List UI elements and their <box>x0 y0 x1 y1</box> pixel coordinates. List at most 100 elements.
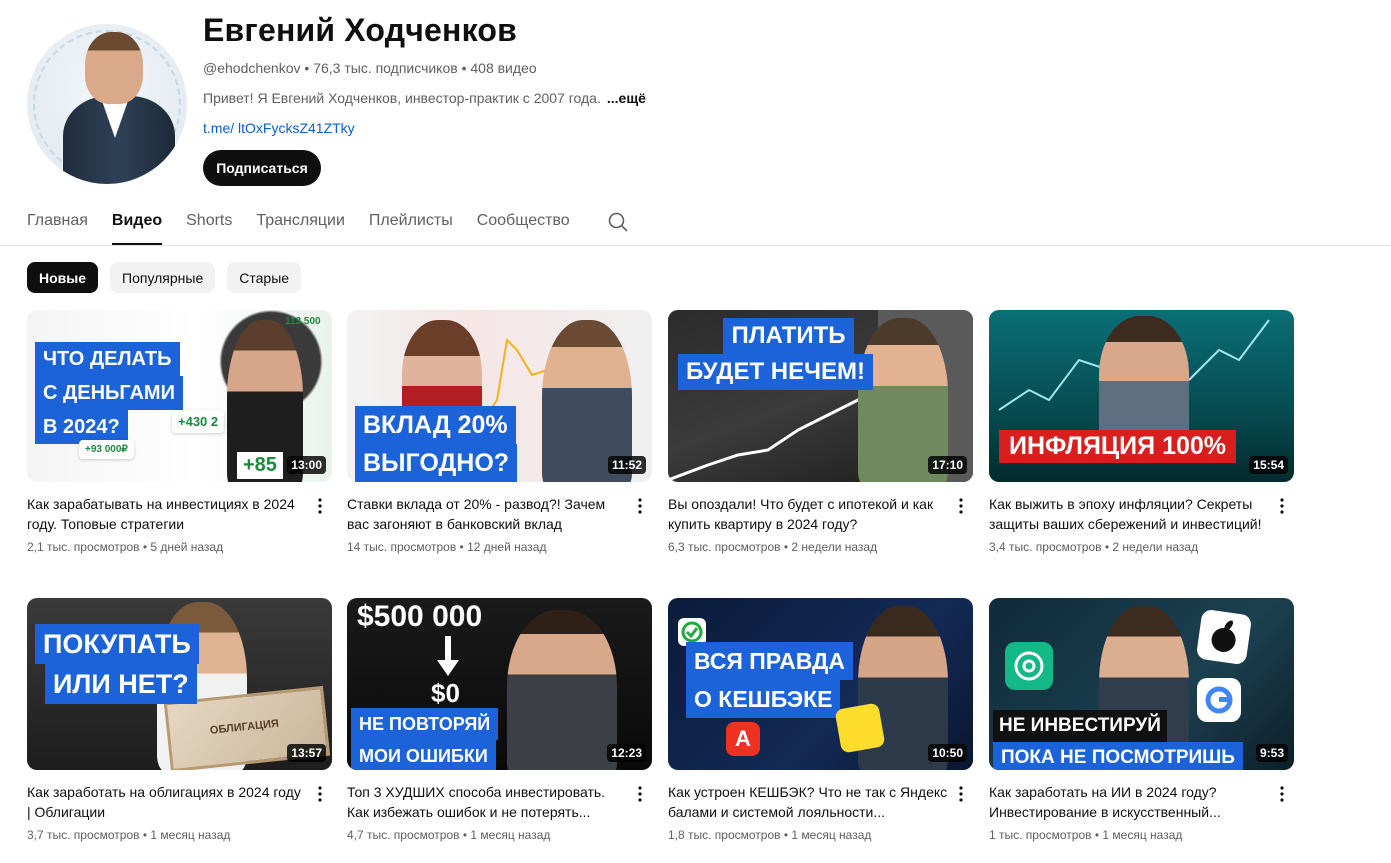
video-title[interactable]: Как заработать на облигациях в 2024 году… <box>27 782 307 822</box>
video-stats: 6,3 тыс. просмотров • 2 недели назад <box>668 540 878 554</box>
video-card[interactable]: $500 000 $0 НЕ ПОВТОРЯЙ МОИ ОШИБКИ 12:23… <box>347 598 652 842</box>
video-card[interactable]: ВСЯ ПРАВДА О КЕШБЭКЕ А 10:50 Как устроен… <box>668 598 973 842</box>
video-title[interactable]: Как зарабатывать на инвестициях в 2024 г… <box>27 494 307 534</box>
video-thumbnail[interactable]: ВСЯ ПРАВДА О КЕШБЭКЕ А 10:50 <box>668 598 973 770</box>
video-duration: 15:54 <box>1249 456 1288 474</box>
thumbnail-headline: ПЛАТИТЬ БУДЕТ НЕЧЕМ! <box>678 318 873 390</box>
video-age: 2 недели назад <box>1112 540 1199 554</box>
video-title[interactable]: Как выжить в эпоху инфляции? Секреты защ… <box>989 494 1269 534</box>
video-stats: 14 тыс. просмотров • 12 дней назад <box>347 540 547 554</box>
chatgpt-logo-icon <box>1005 642 1053 690</box>
video-age: 1 месяц назад <box>470 828 551 842</box>
thumbnail-badge: +430 2 <box>172 410 225 433</box>
video-title[interactable]: Топ 3 ХУДШИХ способа инвестировать. Как … <box>347 782 627 822</box>
tab-live[interactable]: Трансляции <box>256 200 345 245</box>
apple-logo-icon <box>1195 608 1253 666</box>
video-stats: 2,1 тыс. просмотров • 5 дней назад <box>27 540 224 554</box>
more-options-icon[interactable] <box>628 494 652 518</box>
video-card[interactable]: ЧТО ДЕЛАТЬ С ДЕНЬГАМИ В 2024? +430 2 +93… <box>27 310 332 554</box>
description-text: Привет! Я Евгений Ходченков, инвестор-пр… <box>203 90 601 106</box>
video-thumbnail[interactable]: ОБЛИГАЦИЯ ПОКУПАТЬ ИЛИ НЕТ? 13:57 <box>27 598 332 770</box>
channel-external-link[interactable]: t.me/ ltOxFycksZ41ZTky <box>203 120 355 136</box>
channel-avatar[interactable] <box>27 24 187 184</box>
video-title[interactable]: Ставки вклада от 20% - развод?! Зачем ва… <box>347 494 627 534</box>
thumbnail-headline: НЕ ПОВТОРЯЙ МОИ ОШИБКИ <box>351 708 499 770</box>
video-age: 1 месяц назад <box>150 828 231 842</box>
video-age: 1 месяц назад <box>791 828 872 842</box>
video-stats: 3,4 тыс. просмотров • 2 недели назад <box>989 540 1199 554</box>
tab-shorts[interactable]: Shorts <box>186 200 232 245</box>
video-thumbnail[interactable]: НЕ ИНВЕСТИРУЙ ПОКА НЕ ПОСМОТРИШЬ 9:53 <box>989 598 1294 770</box>
meta-separator: • <box>304 60 314 76</box>
channel-description[interactable]: Привет! Я Евгений Ходченков, инвестор-пр… <box>203 90 646 106</box>
thumbnail-headline: $0 <box>431 678 460 708</box>
video-card[interactable]: ПЛАТИТЬ БУДЕТ НЕЧЕМ! 17:10 Вы опоздали! … <box>668 310 973 554</box>
video-thumbnail[interactable]: ВКЛАД 20% ВЫГОДНО? 11:52 <box>347 310 652 482</box>
more-options-icon[interactable] <box>628 782 652 806</box>
more-options-icon[interactable] <box>308 494 332 518</box>
video-stats: 3,7 тыс. просмотров • 1 месяц назад <box>27 828 231 842</box>
channel-name: Евгений Ходченков <box>203 12 517 48</box>
tabs-divider <box>0 245 1391 246</box>
bank-logo-icon: А <box>726 722 760 756</box>
thumbnail-headline: ИНФЛЯЦИЯ 100% <box>999 430 1237 463</box>
video-age: 12 дней назад <box>467 540 547 554</box>
chip-popular[interactable]: Популярные <box>110 262 216 293</box>
channel-meta: @ehodchenkov • 76,3 тыс. подписчиков • 4… <box>203 60 537 76</box>
thumbnail-headline: $500 000 <box>357 600 483 633</box>
video-duration: 13:00 <box>287 456 326 474</box>
description-more-link[interactable]: ...ещё <box>607 90 646 106</box>
video-age: 1 месяц назад <box>1102 828 1183 842</box>
tab-home[interactable]: Главная <box>27 200 88 245</box>
arrow-down-icon <box>437 636 459 676</box>
video-views: 4,7 тыс. просмотров <box>347 828 460 842</box>
video-duration: 13:57 <box>287 744 326 762</box>
tab-playlists[interactable]: Плейлисты <box>369 200 453 245</box>
chip-oldest[interactable]: Старые <box>227 262 302 293</box>
more-options-icon[interactable] <box>949 494 973 518</box>
thumbnail-badge: 113 500 <box>285 316 321 327</box>
thumbnail-person <box>1099 316 1189 446</box>
thumbnail-headline: ЧТО ДЕЛАТЬ С ДЕНЬГАМИ В 2024? <box>35 342 183 444</box>
video-title[interactable]: Вы опоздали! Что будет с ипотекой и как … <box>668 494 948 534</box>
video-views: 6,3 тыс. просмотров <box>668 540 781 554</box>
video-title[interactable]: Как заработать на ИИ в 2024 году? Инвест… <box>989 782 1269 822</box>
subscribe-button[interactable]: Подписаться <box>203 150 321 186</box>
channel-tabs: Главная Видео Shorts Трансляции Плейлист… <box>27 200 594 245</box>
video-stats: 4,7 тыс. просмотров • 1 месяц назад <box>347 828 551 842</box>
video-stats: 1,8 тыс. просмотров • 1 месяц назад <box>668 828 872 842</box>
video-duration: 11:52 <box>607 456 646 474</box>
more-options-icon[interactable] <box>1270 782 1294 806</box>
video-thumbnail[interactable]: ЧТО ДЕЛАТЬ С ДЕНЬГАМИ В 2024? +430 2 +93… <box>27 310 332 482</box>
thumbnail-headline: ПОКУПАТЬ ИЛИ НЕТ? <box>35 624 199 704</box>
video-views: 3,7 тыс. просмотров <box>27 828 140 842</box>
tab-videos[interactable]: Видео <box>111 200 163 245</box>
video-card[interactable]: НЕ ИНВЕСТИРУЙ ПОКА НЕ ПОСМОТРИШЬ 9:53 Ка… <box>989 598 1294 842</box>
thumbnail-headline: НЕ ИНВЕСТИРУЙ ПОКА НЕ ПОСМОТРИШЬ <box>993 710 1243 770</box>
more-options-icon[interactable] <box>1270 494 1294 518</box>
video-views: 14 тыс. просмотров <box>347 540 457 554</box>
search-icon[interactable] <box>606 210 630 234</box>
tab-community[interactable]: Сообщество <box>477 200 570 245</box>
thumbnail-headline: ВКЛАД 20% ВЫГОДНО? <box>355 406 518 482</box>
video-age: 2 недели назад <box>791 540 878 554</box>
chip-newest[interactable]: Новые <box>27 262 99 293</box>
more-options-icon[interactable] <box>308 782 332 806</box>
video-card[interactable]: ИНФЛЯЦИЯ 100% 15:54 Как выжить в эпоху и… <box>989 310 1294 554</box>
bank-logo-icon <box>834 702 886 754</box>
video-thumbnail[interactable]: ПЛАТИТЬ БУДЕТ НЕЧЕМ! 17:10 <box>668 310 973 482</box>
video-views: 3,4 тыс. просмотров <box>989 540 1102 554</box>
video-duration: 12:23 <box>607 744 646 762</box>
avatar-head <box>85 32 143 104</box>
video-stats: 1 тыс. просмотров • 1 месяц назад <box>989 828 1183 842</box>
video-title[interactable]: Как устроен КЕШБЭК? Что не так с Яндекс … <box>668 782 948 822</box>
more-options-icon[interactable] <box>949 782 973 806</box>
video-duration: 9:53 <box>1255 744 1288 762</box>
video-card[interactable]: ОБЛИГАЦИЯ ПОКУПАТЬ ИЛИ НЕТ? 13:57 Как за… <box>27 598 332 842</box>
video-views: 1,8 тыс. просмотров <box>668 828 781 842</box>
video-card[interactable]: ВКЛАД 20% ВЫГОДНО? 11:52 Ставки вклада о… <box>347 310 652 554</box>
sort-chips: Новые Популярные Старые <box>27 262 302 293</box>
video-thumbnail[interactable]: $500 000 $0 НЕ ПОВТОРЯЙ МОИ ОШИБКИ 12:23 <box>347 598 652 770</box>
thumbnail-headline: ВСЯ ПРАВДА О КЕШБЭКЕ <box>686 642 854 718</box>
video-thumbnail[interactable]: ИНФЛЯЦИЯ 100% 15:54 <box>989 310 1294 482</box>
